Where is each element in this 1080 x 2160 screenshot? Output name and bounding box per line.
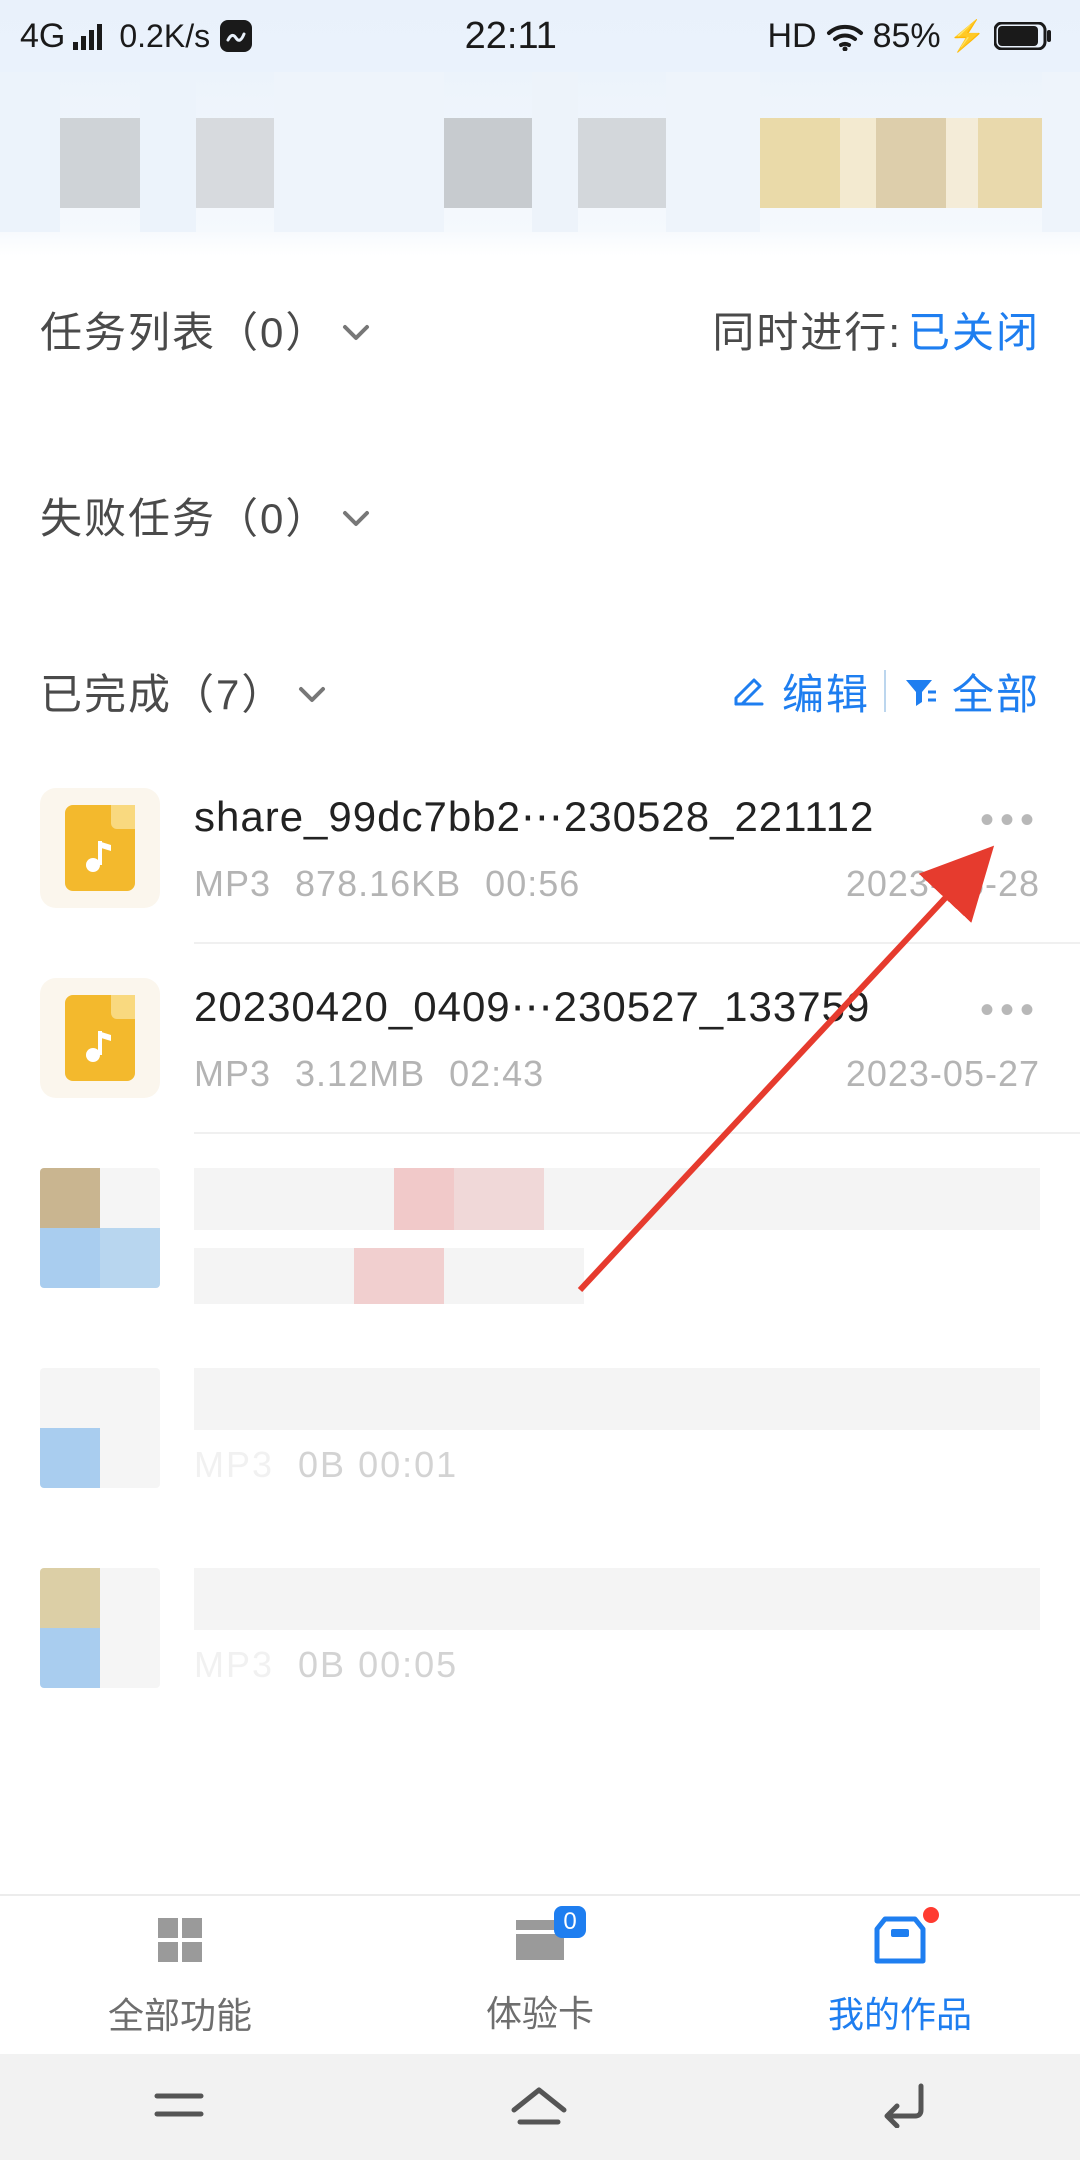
more-icon[interactable]: ••• (980, 798, 1040, 843)
filter-button[interactable]: 全部 (952, 661, 1040, 722)
charging-icon: ⚡ (949, 19, 986, 54)
edit-button[interactable]: 编辑 (782, 661, 870, 722)
clock-label: 22:11 (254, 15, 767, 58)
failed-tasks-section-header[interactable]: 失败任务（0） (0, 452, 1080, 578)
grid-icon (152, 1912, 208, 1977)
file-item[interactable]: 20230420_0409⋯230527_133759 MP3 3.12MB 0… (0, 944, 1080, 1098)
battery-percent-label: 85% (873, 17, 941, 56)
box-icon (871, 1913, 929, 1976)
network-speed-label: 0.2K/s (119, 18, 210, 55)
file-name: share_99dc7bb2⋯230528_221112 (194, 792, 1040, 841)
file-name: 20230420_0409⋯230527_133759 (194, 982, 1040, 1031)
wifi-icon (825, 21, 865, 51)
task-list-section-header[interactable]: 任务列表（0） 同时进行: 已关闭 (0, 266, 1080, 392)
concurrent-label: 同时进行: (712, 299, 902, 360)
blurred-file-item: MP3 0B 00:05 (0, 1534, 1080, 1714)
tab-label: 全部功能 (108, 1987, 252, 2039)
bottom-tab-bar: 全部功能 0 体验卡 我的作品 (0, 1894, 1080, 2054)
blurred-file-item: MP3 0B 00:01 (0, 1334, 1080, 1534)
file-duration: 00:56 (485, 863, 580, 905)
signal-icon (73, 22, 111, 50)
back-button[interactable] (869, 2082, 931, 2133)
blurred-meta: MP3 0B 00:05 (194, 1644, 1040, 1686)
badge: 0 (554, 1906, 586, 1938)
blurred-file-item (0, 1134, 1080, 1334)
blurred-toolbar (0, 72, 1080, 232)
tab-all-functions[interactable]: 全部功能 (0, 1896, 360, 2054)
file-thumbnail (40, 978, 160, 1098)
tab-label: 体验卡 (486, 1985, 594, 2037)
notification-dot-icon (923, 1907, 939, 1923)
file-size: 3.12MB (295, 1053, 425, 1095)
tab-my-works[interactable]: 我的作品 (720, 1896, 1080, 2054)
file-item[interactable]: share_99dc7bb2⋯230528_221112 MP3 878.16K… (0, 754, 1080, 908)
task-list-label: 任务列表（0） (40, 299, 329, 360)
file-thumbnail (40, 788, 160, 908)
divider (884, 670, 886, 712)
concurrent-value[interactable]: 已关闭 (908, 299, 1040, 360)
completed-section-header[interactable]: 已完成（7） 编辑 全部 (0, 628, 1080, 754)
file-size: 878.16KB (295, 863, 461, 905)
file-date: 2023-05-27 (846, 1053, 1040, 1095)
edit-icon[interactable] (730, 672, 768, 710)
recent-apps-button[interactable] (149, 2084, 209, 2131)
tab-label: 我的作品 (828, 1986, 972, 2038)
music-note-icon (85, 1029, 113, 1063)
chevron-down-icon (341, 491, 371, 539)
more-icon[interactable]: ••• (980, 988, 1040, 1033)
network-type-label: 4G (20, 17, 65, 56)
filter-icon[interactable] (900, 672, 938, 710)
battery-icon (994, 22, 1052, 50)
failed-tasks-label: 失败任务（0） (40, 485, 329, 546)
music-note-icon (85, 839, 113, 873)
file-type: MP3 (194, 863, 271, 905)
file-type: MP3 (194, 1053, 271, 1095)
home-button[interactable] (506, 2080, 572, 2135)
blurred-meta: MP3 0B 00:01 (194, 1444, 1040, 1486)
chevron-down-icon (297, 667, 327, 715)
file-date: 2023-05-28 (846, 863, 1040, 905)
file-duration: 02:43 (449, 1053, 544, 1095)
tab-trial-card[interactable]: 0 体验卡 (360, 1896, 720, 2054)
android-nav-bar (0, 2054, 1080, 2160)
status-bar: 4G 0.2K/s 22:11 HD 85% ⚡ (0, 0, 1080, 72)
card-icon: 0 (510, 1914, 570, 1975)
app-indicator-icon (218, 18, 254, 54)
completed-label: 已完成（7） (40, 661, 285, 722)
hd-label: HD (767, 17, 816, 56)
chevron-down-icon (341, 305, 371, 353)
